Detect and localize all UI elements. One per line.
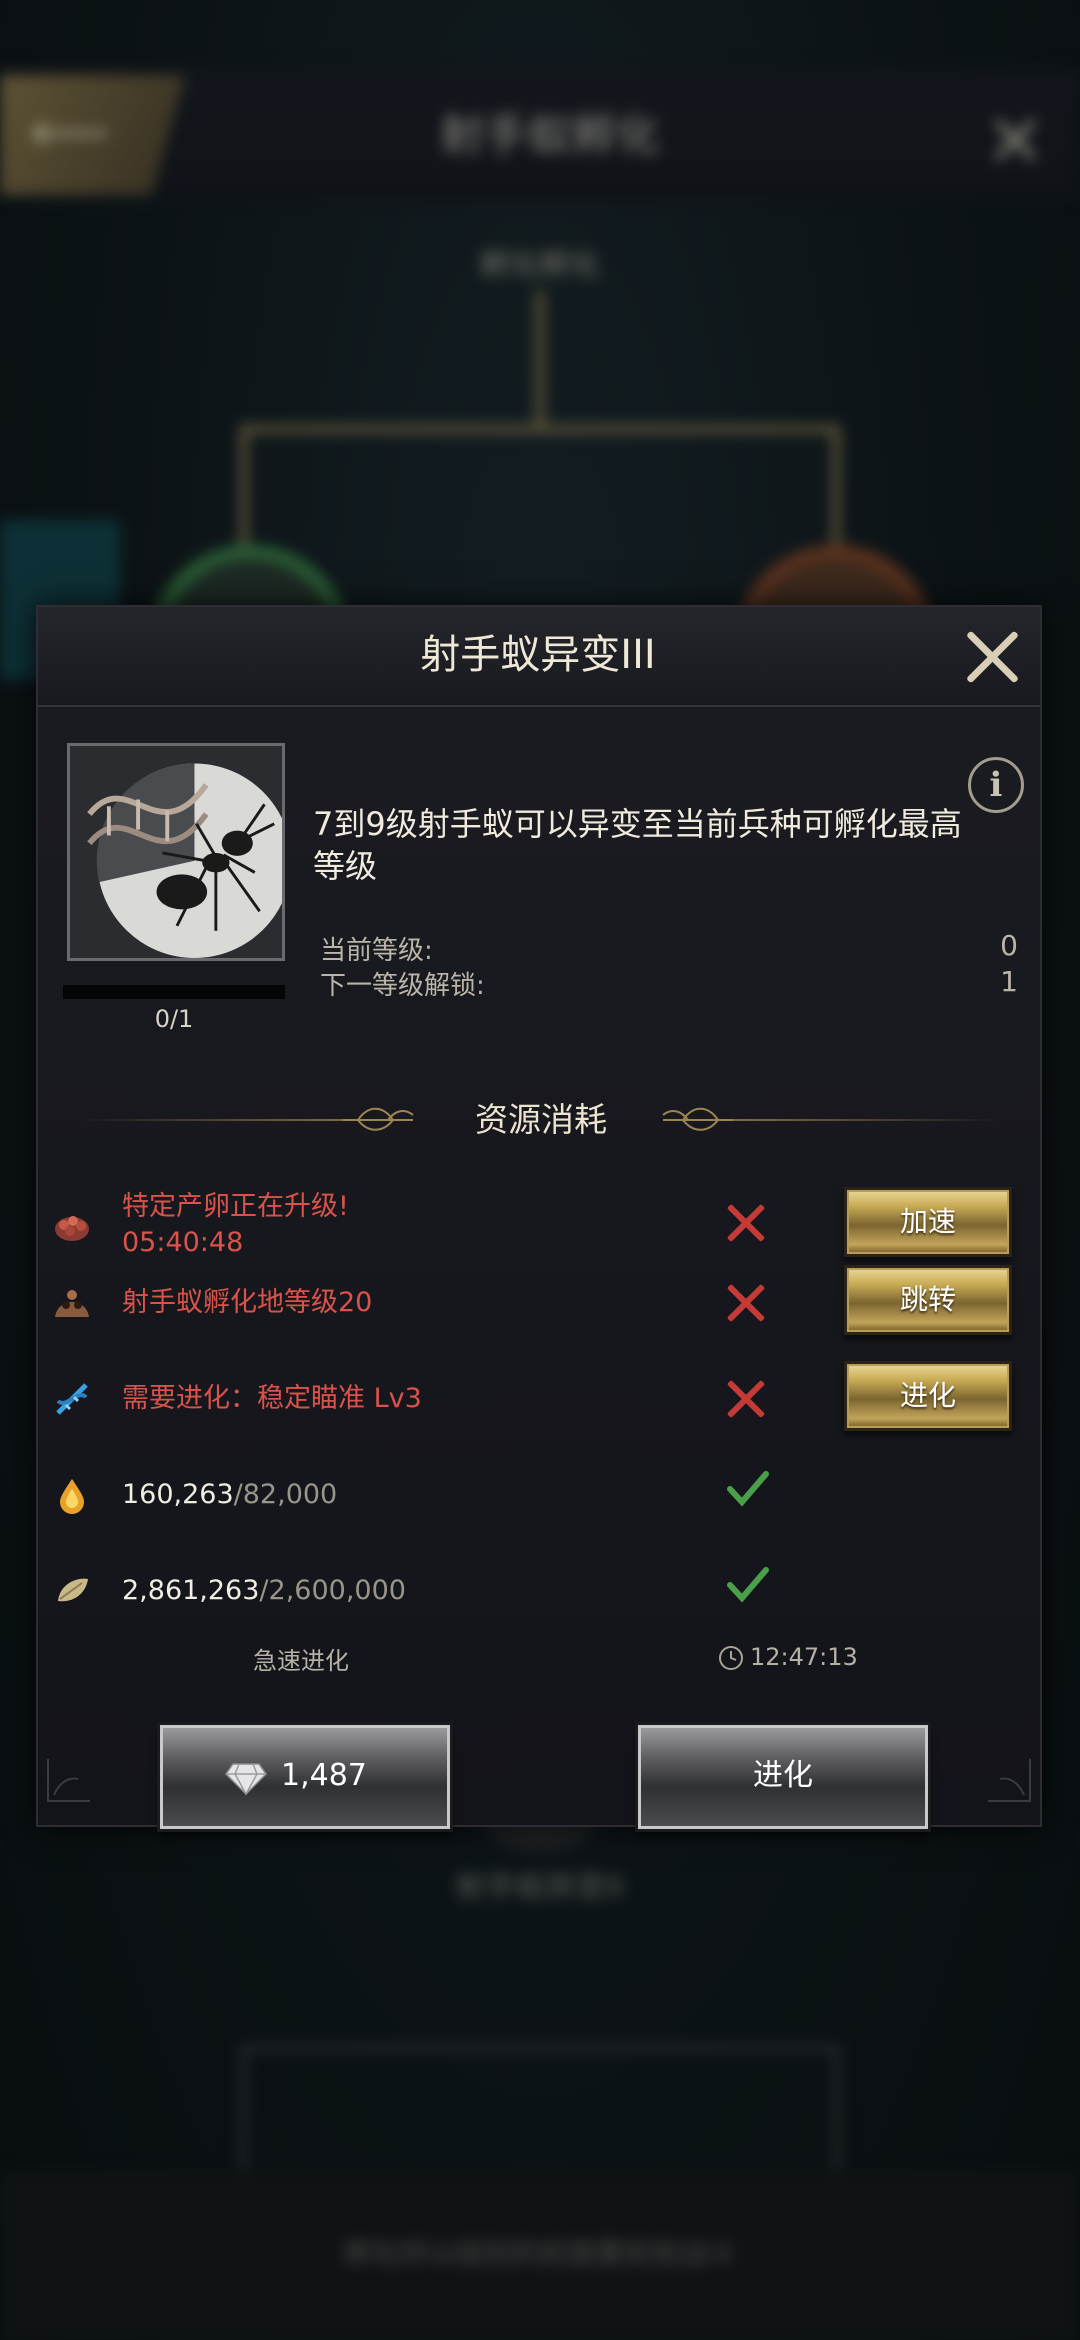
dialog-header: 射手蚁异变III — [38, 607, 1040, 707]
evolve-skill-button[interactable]: 进化 — [844, 1361, 1012, 1431]
goto-button[interactable]: 跳转 — [844, 1265, 1012, 1335]
water-drop-icon — [60, 1479, 84, 1514]
leaf-ornament-icon — [662, 1107, 733, 1131]
leaf-ornament-icon — [343, 1107, 414, 1131]
mutation-description: 7到9级射手蚁可以异变至当前兵种可孵化最高等级 — [313, 805, 962, 885]
evolve-button[interactable]: 进化 — [638, 1725, 928, 1829]
requirement-row: 需要进化：稳定瞄准 Lv3 进化 — [38, 1359, 1040, 1455]
quick-evolve-label: 急速进化 — [253, 1647, 349, 1675]
corner-ornament-icon — [47, 1759, 90, 1802]
close-icon[interactable] — [962, 627, 1022, 687]
progress-bar — [63, 985, 285, 999]
corner-ornament-icon — [988, 1759, 1031, 1802]
speedup-button[interactable]: 加速 — [844, 1187, 1012, 1257]
resource-amount: 2,861,263/2,600,000 — [122, 1573, 406, 1609]
clock-icon — [719, 1646, 743, 1670]
section-title: 资源消耗 — [475, 1100, 607, 1139]
divider — [704, 1119, 1004, 1121]
requirement-timer: 05:40:48 — [122, 1227, 244, 1258]
resource-amount: 160,263/82,000 — [122, 1477, 337, 1513]
ant-dna-illustration — [70, 746, 282, 958]
dna-icon — [56, 1383, 88, 1415]
resource-need: /2,600,000 — [259, 1575, 406, 1606]
requirement-text: 特定产卵正在升级! — [122, 1191, 349, 1222]
check-icon — [727, 1471, 769, 1507]
requirement-list[interactable]: 特定产卵正在升级! 05:40:48 加速 射手蚁孵化地等级20 跳转 需要进化… — [38, 1167, 1040, 1615]
requirement-text: 射手蚁孵化地等级20 — [122, 1287, 373, 1318]
requirement-text: 需要进化：稳定瞄准 Lv3 — [122, 1383, 422, 1414]
check-icon — [727, 1567, 769, 1603]
next-level-label: 下一等级解锁: — [320, 971, 485, 1001]
requirement-row: 特定产卵正在升级! 05:40:48 加速 — [38, 1167, 1040, 1263]
egg-cluster-icon — [55, 1216, 89, 1241]
resource-need: /82,000 — [233, 1479, 338, 1510]
divider — [78, 1119, 378, 1121]
dialog-title: 射手蚁异变III — [420, 632, 656, 678]
ant-portrait — [67, 743, 285, 961]
resource-have: 160,263 — [122, 1479, 234, 1510]
unmet-x-icon — [726, 1283, 766, 1323]
diamond-icon — [225, 1763, 267, 1796]
requirement-row: 射手蚁孵化地等级20 跳转 — [38, 1263, 1040, 1359]
unmet-x-icon — [726, 1379, 766, 1419]
quick-evolve-cost: 1,487 — [281, 1758, 367, 1793]
quick-evolve-button[interactable]: 1,487 — [160, 1725, 450, 1829]
next-level-value: 1 — [1000, 965, 1018, 998]
requirement-row: 2,861,263/2,600,000 — [38, 1551, 1040, 1615]
current-level-label: 当前等级: — [320, 936, 433, 966]
resource-have: 2,861,263 — [122, 1575, 260, 1606]
mutation-dialog: 射手蚁异变III 0/1 i 7到9级射手蚁可以异变至当前兵种可孵化最高等级 当… — [36, 605, 1042, 1829]
ant-nest-icon — [55, 1290, 89, 1317]
requirement-row: 160,263/82,000 — [38, 1455, 1040, 1551]
leaf-icon — [58, 1578, 88, 1602]
progress-text: 0/1 — [154, 1005, 194, 1033]
dialog-footer: 急速进化 12:47:13 1,487 进化 — [38, 1617, 1040, 1829]
current-level-value: 0 — [1000, 929, 1018, 962]
unmet-x-icon — [726, 1203, 766, 1243]
evolve-timer: 12:47:13 — [750, 1643, 858, 1671]
